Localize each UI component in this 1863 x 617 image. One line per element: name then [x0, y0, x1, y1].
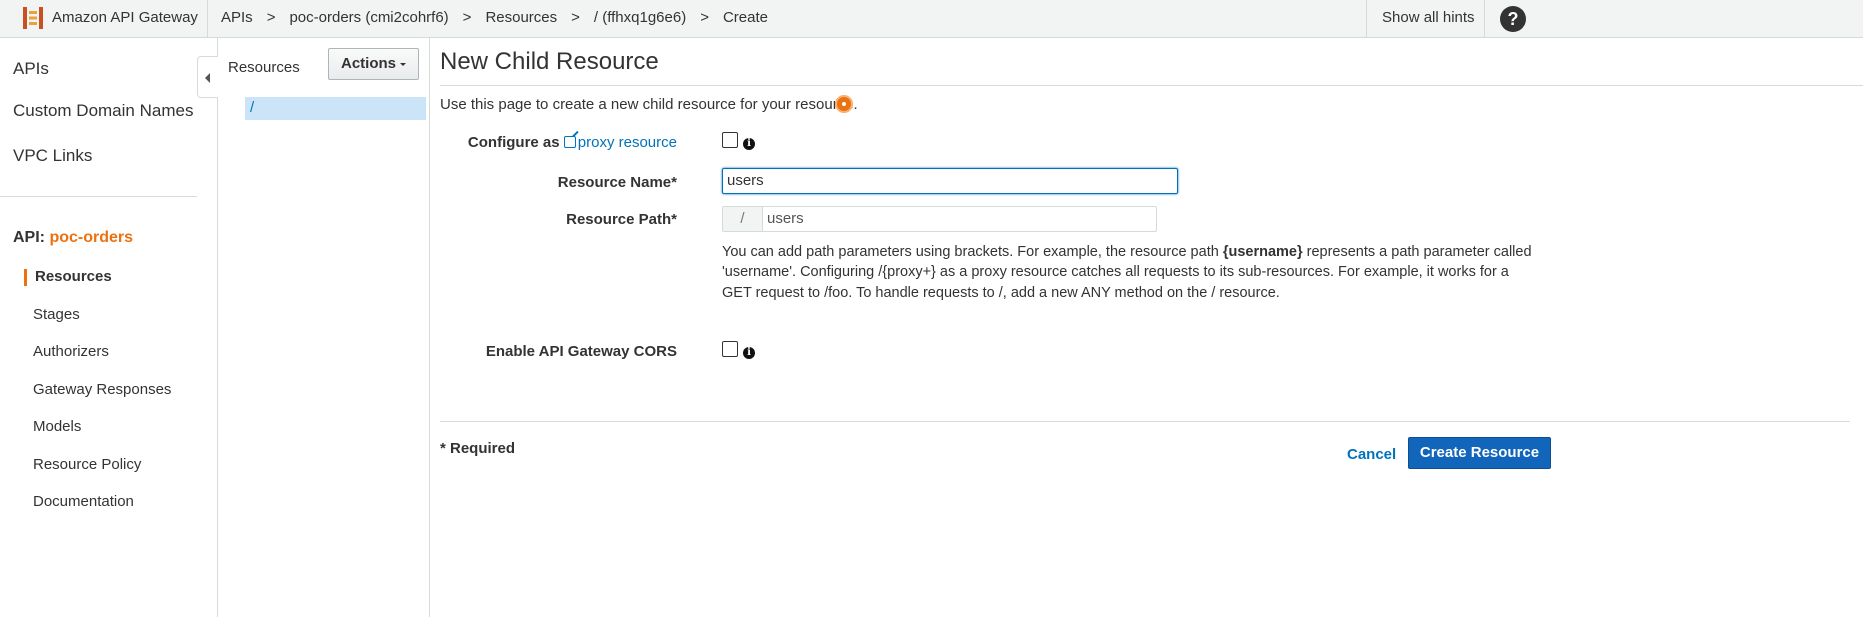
required-note: * Required	[440, 440, 516, 457]
proxy-label-prefix: Configure as	[467, 134, 560, 151]
resource-name-input[interactable]: users	[722, 168, 1178, 194]
breadcrumb-apis[interactable]: APIs	[221, 9, 253, 26]
breadcrumb-separator: >	[462, 9, 472, 26]
sidebar-divider	[0, 196, 197, 197]
show-all-hints-button[interactable]: Show all hints	[1382, 9, 1475, 26]
breadcrumb-resource[interactable]: / (ffhxq1g6e6)	[594, 9, 686, 26]
intro-text: Use this page to create a new child reso…	[440, 96, 858, 113]
resource-path-field[interactable]: / users	[722, 206, 1157, 232]
divider	[1484, 0, 1485, 38]
collapse-sidebar-icon[interactable]	[197, 56, 218, 98]
divider	[207, 0, 208, 38]
cors-label: Enable API Gateway CORS	[485, 343, 677, 360]
help-icon[interactable]: ?	[1500, 6, 1526, 32]
sidebar-item-documentation[interactable]: Documentation	[33, 493, 134, 510]
external-link-icon	[563, 136, 576, 148]
title-divider	[440, 85, 1863, 86]
api-heading: API: poc-orders	[13, 229, 133, 247]
page-title: New Child Resource	[440, 48, 659, 75]
service-name[interactable]: Amazon API Gateway	[52, 9, 198, 26]
divider	[1366, 0, 1367, 38]
actions-label: Actions	[340, 55, 396, 72]
breadcrumb-create: Create	[722, 9, 768, 26]
cors-checkbox[interactable]	[722, 341, 738, 357]
create-resource-button[interactable]: Create Resource	[1408, 437, 1551, 469]
info-icon[interactable]: i	[743, 347, 755, 359]
help-text-part1: You can add path parameters using bracke…	[722, 244, 1223, 260]
breadcrumb-separator: >	[700, 9, 709, 26]
active-indicator	[24, 269, 27, 286]
help-text-bold: {username}	[1222, 244, 1303, 260]
sidebar-item-custom-domain-names[interactable]: Custom Domain Names	[13, 101, 193, 121]
breadcrumb-resources[interactable]: Resources	[485, 9, 557, 26]
chevron-down-icon	[400, 62, 406, 66]
sidebar-item-vpc-links[interactable]: VPC Links	[13, 146, 92, 166]
path-help-text: You can add path parameters using bracke…	[722, 242, 1532, 303]
proxy-resource-checkbox[interactable]	[722, 132, 738, 148]
sidebar-item-resource-policy[interactable]: Resource Policy	[33, 456, 141, 473]
sidebar-item-authorizers[interactable]: Authorizers	[33, 343, 109, 360]
resources-panel: Resources Actions /	[218, 38, 430, 617]
sidebar-item-gateway-responses[interactable]: Gateway Responses	[33, 381, 171, 398]
breadcrumb-separator: >	[571, 9, 580, 26]
resources-panel-title: Resources	[228, 59, 300, 76]
proxy-link-text: proxy resource	[577, 134, 677, 151]
actions-dropdown-button[interactable]: Actions	[328, 48, 419, 80]
resource-path-prefix: /	[723, 207, 763, 231]
breadcrumb-separator: >	[266, 9, 276, 26]
proxy-resource-link[interactable]: proxy resource	[563, 134, 677, 151]
breadcrumb-api[interactable]: poc-orders (cmi2cohrf6)	[289, 9, 448, 26]
resource-path-label: Resource Path*	[566, 211, 677, 228]
hint-icon[interactable]	[835, 95, 853, 113]
form-divider	[440, 421, 1850, 422]
main-content: New Child Resource Use this page to crea…	[430, 38, 1863, 617]
cancel-button[interactable]: Cancel	[1347, 446, 1396, 463]
api-name-link[interactable]: poc-orders	[49, 229, 133, 246]
info-icon[interactable]: i	[743, 138, 755, 150]
breadcrumb: APIs > poc-orders (cmi2cohrf6) > Resources > /…	[221, 9, 768, 26]
proxy-resource-label: Configure as proxy resource	[468, 134, 677, 151]
api-prefix: API:	[13, 229, 45, 246]
sidebar-item-resources[interactable]: Resources	[35, 268, 112, 285]
sidebar-item-models[interactable]: Models	[33, 418, 81, 435]
top-navigation-bar: Amazon API Gateway APIs > poc-orders (cmi2…	[0, 0, 1863, 38]
sidebar-item-stages[interactable]: Stages	[33, 306, 80, 323]
resource-name-label: Resource Name*	[557, 174, 677, 191]
api-gateway-logo-icon[interactable]	[20, 5, 46, 31]
resource-path-input[interactable]: users	[767, 207, 804, 231]
sidebar-item-apis[interactable]: APIs	[13, 59, 49, 79]
resource-tree-item-root[interactable]: /	[245, 97, 426, 120]
service-sidebar: APIs Custom Domain Names VPC Links API: …	[0, 38, 218, 617]
